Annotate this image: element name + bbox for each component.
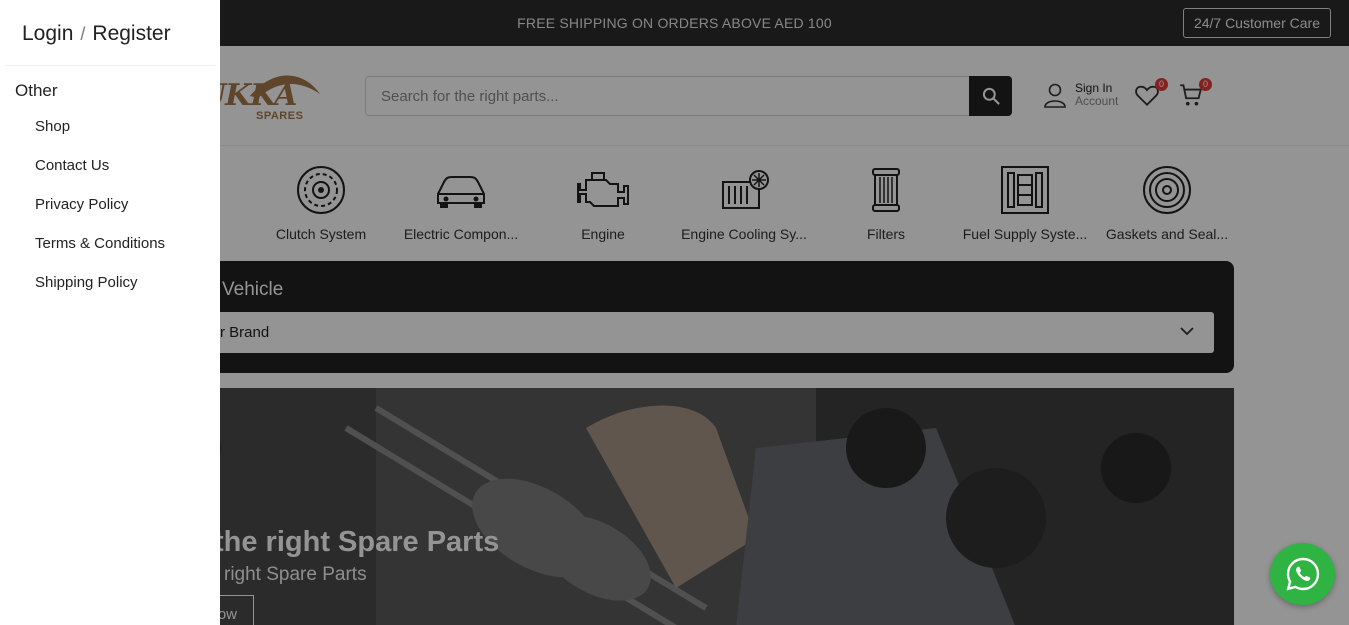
drawer-link-privacy[interactable]: Privacy Policy	[35, 196, 165, 235]
register-link[interactable]: Register	[92, 22, 170, 45]
drawer-link-contact[interactable]: Contact Us	[35, 157, 165, 196]
whatsapp-icon	[1286, 557, 1319, 591]
whatsapp-button[interactable]	[1270, 543, 1335, 605]
login-link[interactable]: Login	[22, 22, 73, 45]
drawer-section-title: Other	[15, 81, 58, 100]
drawer-link-shipping[interactable]: Shipping Policy	[35, 274, 165, 313]
drawer-divider	[5, 65, 215, 66]
auth-separator: /	[80, 24, 86, 44]
drawer-link-shop[interactable]: Shop	[35, 118, 165, 157]
drawer-menu: Shop Contact Us Privacy Policy Terms & C…	[35, 118, 165, 313]
side-drawer: Login / Register Other Shop Contact Us Pri…	[0, 0, 220, 625]
drawer-link-terms[interactable]: Terms & Conditions	[35, 235, 165, 274]
auth-links: Login / Register	[22, 22, 171, 46]
